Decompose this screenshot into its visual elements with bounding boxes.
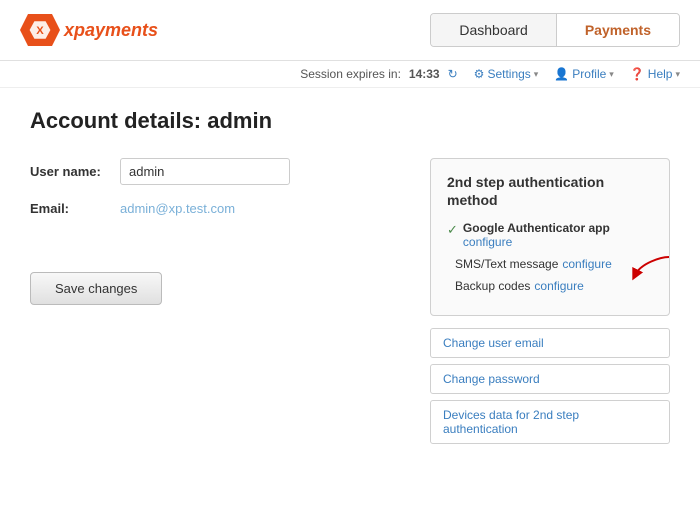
svg-text:X: X [36,25,44,37]
session-label: Session expires in: [300,67,401,81]
settings-label: Settings [487,67,530,81]
red-arrow-annotation [631,253,671,281]
person-icon: 👤 [554,67,569,81]
settings-chevron-icon: ▾ [534,69,539,80]
sms-row-container: SMS/Text message configure [447,257,653,271]
header: X xpayments Dashboard Payments [0,0,700,61]
help-link[interactable]: ❓ Help ▾ [630,67,680,81]
profile-chevron-icon: ▾ [609,69,614,80]
sms-method-name: SMS/Text message [455,257,558,271]
profile-link[interactable]: 👤 Profile ▾ [554,67,614,81]
devices-data-button[interactable]: Devices data for 2nd step authentication [430,400,670,444]
google-auth-configure-link[interactable]: configure [463,235,512,249]
help-label: Help [648,67,673,81]
action-buttons: Change user email Change password Device… [430,328,670,444]
session-bar: Session expires in: 14:33 ↻ ⚙ Settings ▾… [0,61,700,88]
tab-dashboard[interactable]: Dashboard [431,14,557,46]
email-value: admin@xp.test.com [120,201,235,216]
main-content: Account details: admin User name: Email:… [0,88,700,464]
tab-payments[interactable]: Payments [557,14,679,46]
backup-method-name: Backup codes [455,279,530,293]
username-row: User name: [30,158,400,185]
left-panel: User name: Email: admin@xp.test.com Save… [30,158,400,305]
nav-tabs: Dashboard Payments [430,13,680,47]
username-input[interactable] [120,158,290,185]
session-time: 14:33 [409,67,440,81]
email-row: Email: admin@xp.test.com [30,201,400,216]
help-chevron-icon: ▾ [675,69,680,80]
refresh-icon[interactable]: ↻ [448,67,458,81]
logo-text: xpayments [64,20,158,41]
right-panel: 2nd step authentication method ✓ Google … [430,158,670,444]
auth-method-google-content: Google Authenticator app configure [463,221,653,249]
username-label: User name: [30,164,120,179]
page-title: Account details: admin [30,108,670,134]
auth-method-google: ✓ Google Authenticator app configure [447,221,653,249]
save-changes-button[interactable]: Save changes [30,272,162,305]
auth-box-title: 2nd step authentication method [447,173,653,209]
settings-link[interactable]: ⚙ Settings ▾ [474,67,539,81]
help-icon: ❓ [630,67,645,81]
profile-label: Profile [572,67,606,81]
content-layout: User name: Email: admin@xp.test.com Save… [30,158,670,444]
checkmark-icon: ✓ [447,222,458,238]
backup-configure-link[interactable]: configure [534,279,583,293]
save-button-container: Save changes [30,232,400,305]
session-info: Session expires in: 14:33 ↻ [300,67,457,81]
sms-configure-link[interactable]: configure [562,257,611,271]
auth-method-sms: SMS/Text message configure [447,257,653,271]
auth-method-backup: Backup codes configure [447,279,653,293]
auth-box: 2nd step authentication method ✓ Google … [430,158,670,316]
wrench-icon: ⚙ [474,67,485,81]
google-auth-name: Google Authenticator app [463,221,653,235]
email-label: Email: [30,201,120,216]
logo-area: X xpayments [20,10,158,50]
change-password-button[interactable]: Change password [430,364,670,394]
change-user-email-button[interactable]: Change user email [430,328,670,358]
xpayments-logo-icon: X [20,10,60,50]
